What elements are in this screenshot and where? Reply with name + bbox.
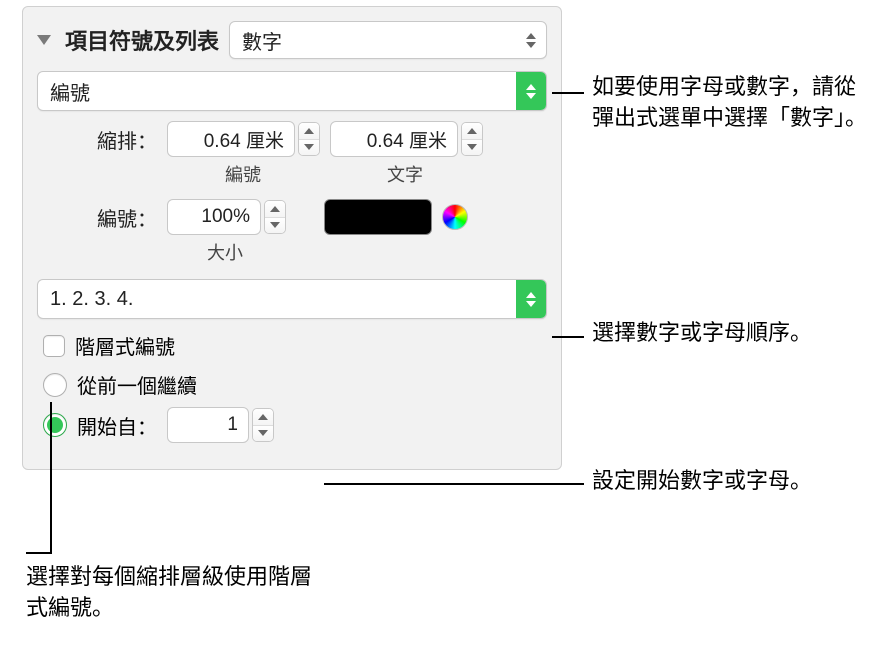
disclosure-triangle-icon[interactable] [37,35,51,45]
updown-icon [524,33,538,48]
tiered-numbering-row: 階層式編號 [43,331,547,360]
tiered-numbering-checkbox[interactable] [43,335,65,357]
continue-radio[interactable] [43,373,67,397]
color-wheel-icon[interactable] [442,204,468,230]
dropdown-cap-icon [516,72,546,110]
size-sublabel: 大小 [207,239,547,265]
sequence-dropdown[interactable]: 1. 2. 3. 4. [37,279,547,319]
dropdown-cap-icon [516,280,546,318]
indent-number-sublabel: 編號 [167,161,319,187]
callout-tiered: 選擇對每個縮排層級使用階層式編號。 [26,562,326,624]
stepper-up-icon[interactable] [462,123,482,140]
start-from-stepper [167,407,274,443]
continue-from-prev-row: 從前一個繼續 [43,370,547,399]
callout-line [50,402,52,552]
callout-start-from: 設定開始數字或字母。 [592,466,852,497]
indent-number-input[interactable] [167,121,295,157]
numbering-size-stepper [167,199,286,235]
stepper-down-icon[interactable] [265,218,285,234]
color-swatch[interactable] [324,199,432,235]
stepper-up-icon[interactable] [299,123,319,140]
start-from-radio[interactable] [43,413,67,437]
stepper-up-icon[interactable] [265,201,285,218]
stepper-down-icon[interactable] [462,140,482,156]
sequence-value: 1. 2. 3. 4. [50,288,516,311]
stepper-buttons[interactable] [461,122,483,156]
numbering-size-label: 編號： [37,203,157,232]
stepper-buttons[interactable] [264,200,286,234]
stepper-buttons[interactable] [252,408,274,442]
callout-line [552,336,584,338]
indent-text-input[interactable] [330,121,458,157]
start-from-row: 開始自： [43,407,547,443]
indent-text-stepper [330,121,483,157]
number-format-dropdown[interactable]: 編號 [37,71,547,111]
callout-line [26,552,52,554]
panel-title: 項目符號及列表 [65,24,219,56]
continue-label: 從前一個繼續 [77,370,197,399]
list-type-value: 數字 [242,26,524,55]
stepper-up-icon[interactable] [253,409,273,426]
callout-numbers-letters: 如要使用字母或數字，請從彈出式選單中選擇「數字」。 [592,72,872,134]
stepper-down-icon[interactable] [253,426,273,442]
list-settings-panel: 項目符號及列表 數字 編號 縮排： [22,6,562,470]
numbering-size-row: 編號： [37,199,547,235]
list-type-dropdown[interactable]: 數字 [229,21,547,59]
start-from-label: 開始自： [77,411,157,440]
callout-line [552,92,584,94]
numbering-size-input[interactable] [167,199,261,235]
start-from-input[interactable] [167,407,249,443]
stepper-down-icon[interactable] [299,140,319,156]
indent-label: 縮排： [37,125,157,154]
callout-sequence: 選擇數字或字母順序。 [592,318,852,349]
tiered-numbering-label: 階層式編號 [75,331,175,360]
indent-row: 縮排： [37,121,547,157]
indent-text-sublabel: 文字 [329,161,481,187]
number-format-value: 編號 [50,77,516,106]
indent-number-stepper [167,121,320,157]
stepper-buttons[interactable] [298,122,320,156]
callout-line [324,483,584,485]
indent-sublabels: 編號 文字 [167,161,547,187]
panel-header: 項目符號及列表 數字 [37,21,547,59]
